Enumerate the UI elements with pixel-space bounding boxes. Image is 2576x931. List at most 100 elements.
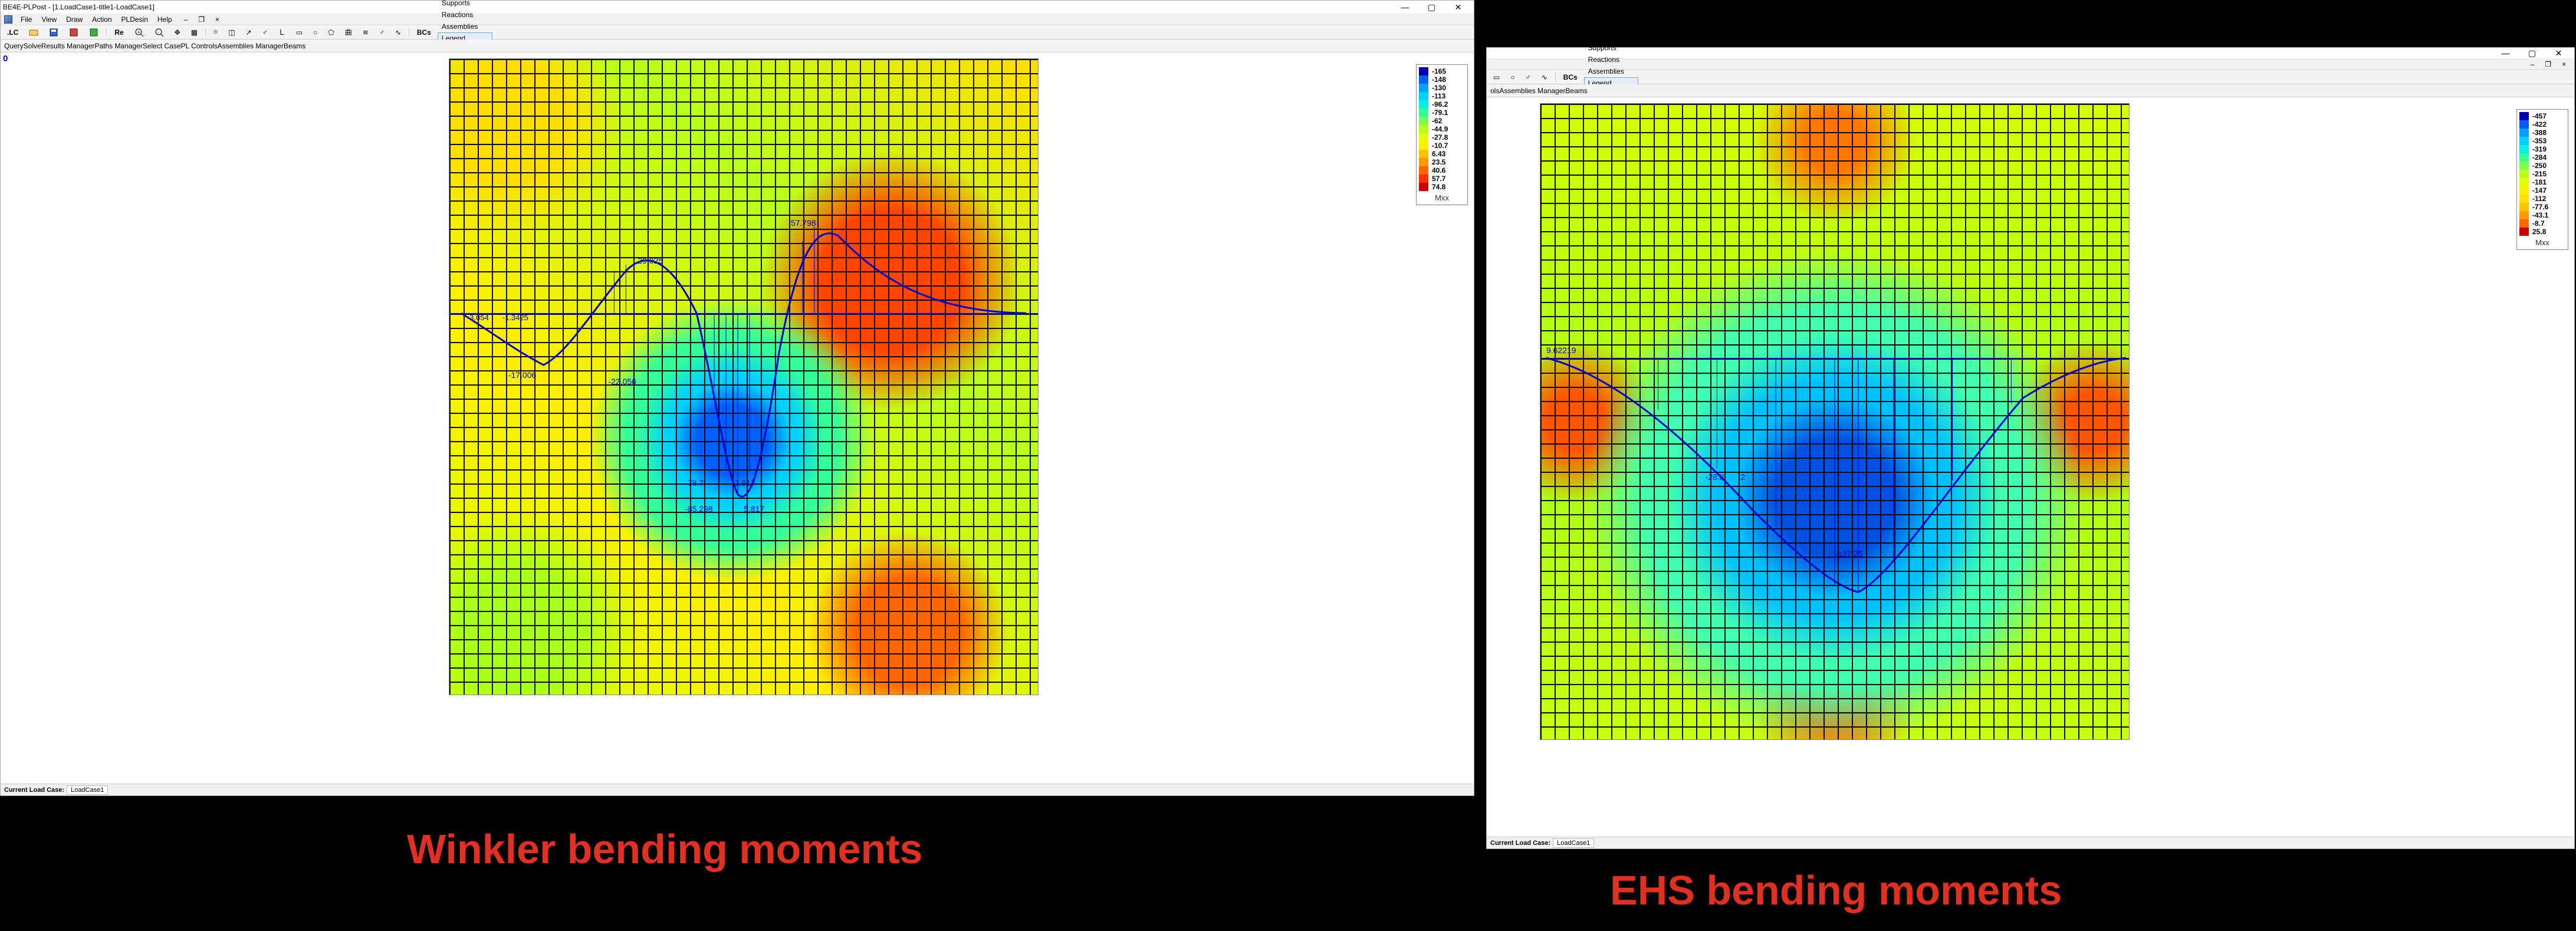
mdi-restore-icon[interactable]: ❐	[2540, 60, 2556, 68]
element-icon[interactable]: ◫	[224, 27, 239, 38]
legend-value: -96.2	[1432, 100, 1448, 108]
mars-icon[interactable]: ♂	[258, 27, 272, 38]
circle-icon[interactable]: ○	[309, 27, 321, 38]
statusbar: Current Load Case: LoadCase1	[1487, 837, 2574, 848]
toolbar2-results-manager[interactable]: Results Manager	[41, 42, 95, 50]
right-app-window: — ▢ ✕ – ❐ × ▭ ○ ♂ ∿ BCs LoadsBCs LegendS…	[1486, 47, 2575, 849]
toolbar-reactions[interactable]: Reactions	[438, 9, 492, 21]
mars-icon[interactable]: ♂	[1522, 71, 1535, 83]
legend-row: -130	[1419, 84, 1465, 92]
minimize-button[interactable]: —	[1392, 1, 1418, 14]
maximize-button[interactable]: ▢	[2519, 47, 2545, 60]
canvas-area[interactable]: 9.62219 -28.8 2 -137.25 -457-422-388-353…	[1487, 97, 2574, 837]
toolbar-reactions[interactable]: Reactions	[1584, 54, 1639, 65]
legend-value: -77.6	[2532, 203, 2548, 211]
toolbar2-query[interactable]: Query	[4, 42, 24, 50]
mdi-close-icon[interactable]: ×	[211, 15, 224, 24]
maximize-button[interactable]: ▢	[1418, 1, 1445, 14]
caption-right: EHS bending moments	[1610, 867, 2062, 914]
toolbar2-select-case[interactable]: Select Case	[143, 42, 181, 50]
legend-row: -27.8	[1419, 133, 1465, 142]
toolbar-supports[interactable]: Supports	[1584, 42, 1639, 54]
toolbar2-beams[interactable]: Beams	[284, 42, 305, 50]
menu-file[interactable]: File	[16, 14, 37, 25]
strip-moment-diagram	[449, 59, 1038, 695]
mars2-icon[interactable]: ♂	[375, 27, 389, 38]
circle-icon[interactable]: ○	[1506, 71, 1519, 83]
contour-plot[interactable]: 57.798 29.025 -17.006 -22.056 -3.054 -1.…	[449, 58, 1039, 695]
toolbar2-pl-controls[interactable]: PL Controls	[181, 42, 218, 50]
mdi-system-icon[interactable]	[4, 15, 12, 24]
menu-help[interactable]: Help	[153, 14, 177, 25]
toolbar-assemblies[interactable]: Assemblies	[1584, 65, 1639, 77]
legend-row: -147	[2519, 186, 2565, 195]
toolbar2-beams[interactable]: Beams	[1565, 87, 1587, 95]
toolbar-loads[interactable]: Loads	[1584, 18, 1639, 30]
toolbar-supports[interactable]: Supports	[438, 0, 492, 9]
legend-row: -215	[2519, 170, 2565, 178]
titlebar[interactable]: BE4E-PLPost - [1.LoadCase1-title1-LoadCa…	[1, 1, 1474, 14]
contour-plot[interactable]: 9.62219 -28.8 2 -137.25	[1540, 103, 2130, 740]
bcs-button[interactable]: BCs	[1559, 71, 1582, 83]
menu-draw[interactable]: Draw	[61, 14, 87, 25]
toolbar2-solve[interactable]: Solve	[24, 42, 41, 50]
titlebar[interactable]: — ▢ ✕	[1487, 48, 2574, 58]
line-icon[interactable]: Ｌ	[274, 25, 290, 39]
legend-row: -43.1	[2519, 211, 2565, 219]
mdi-minimize-icon[interactable]: –	[179, 15, 193, 24]
menu-pldesin[interactable]: PLDesin	[117, 14, 153, 25]
legend-swatch	[1419, 100, 1428, 108]
annotation: 5.817	[744, 504, 764, 514]
legend-value: 40.6	[1432, 166, 1445, 175]
status-value: LoadCase1	[67, 785, 108, 795]
node-icon[interactable]: ⌾	[209, 26, 222, 38]
legend-row: 74.8	[1419, 183, 1465, 191]
bcs-button[interactable]: BCs	[413, 27, 435, 38]
toolbar2-ols[interactable]: ols	[1490, 87, 1499, 95]
status-value: LoadCase1	[1553, 838, 1594, 848]
toolbar-bcs-legend[interactable]: BCs Legend	[1584, 30, 1639, 42]
poly-icon[interactable]: ⬠	[324, 27, 338, 38]
minimize-button[interactable]: —	[2492, 47, 2519, 60]
mdi-minimize-icon[interactable]: –	[2526, 60, 2539, 68]
mdi-restore-icon[interactable]: ❐	[193, 15, 209, 24]
legend-swatch	[2519, 228, 2529, 236]
legend-swatch	[2519, 129, 2529, 137]
toolbar2-paths-manager[interactable]: Paths Manager	[94, 42, 142, 50]
toolbar2-assemblies-manager[interactable]: Assemblies Manager	[218, 42, 284, 50]
zoom-out-icon[interactable]: -	[150, 26, 168, 39]
open-icon[interactable]	[25, 26, 42, 39]
spring2-icon[interactable]: ≋	[359, 27, 373, 38]
wave-icon[interactable]: ∿	[391, 27, 405, 38]
legend-row: -181	[2519, 178, 2565, 186]
rect-icon[interactable]: ▭	[292, 27, 307, 38]
close-button[interactable]: ✕	[1445, 1, 1471, 14]
vector-icon[interactable]: ↗	[242, 27, 256, 38]
menu-view[interactable]: View	[37, 14, 61, 25]
legend-value: -147	[2532, 186, 2547, 195]
re-button[interactable]: Re	[110, 27, 127, 38]
zoom-in-icon[interactable]: +	[130, 26, 148, 39]
toolbar-assemblies[interactable]: Assemblies	[438, 21, 492, 32]
pan-icon[interactable]: ✥	[170, 27, 185, 38]
legend-panel[interactable]: -457-422-388-353-319-284-250-215-181-147…	[2516, 109, 2568, 250]
toolbar2-assemblies-manager[interactable]: Assemblies Manager	[1499, 87, 1565, 95]
tool-icon-2[interactable]	[85, 26, 103, 39]
rect-icon[interactable]: ▭	[1489, 71, 1504, 83]
close-button[interactable]: ✕	[2545, 47, 2572, 60]
canvas-area[interactable]: 0 57.798 29.025 -17.006 -22.056 -3.	[1, 52, 1474, 784]
curve-icon[interactable]: 曲	[341, 25, 356, 39]
tool-icon-1[interactable]	[65, 26, 83, 39]
wave-icon[interactable]: ∿	[1537, 71, 1552, 83]
mdi-close-icon[interactable]: ×	[2557, 60, 2571, 68]
legend-row: -388	[2519, 129, 2565, 137]
menu-action[interactable]: Action	[87, 14, 116, 25]
lc-button[interactable]: .LC	[3, 27, 22, 38]
legend-row: -165	[1419, 67, 1465, 75]
legend-swatch	[2519, 219, 2529, 228]
legend-value: 57.7	[1432, 175, 1445, 183]
grid-icon[interactable]: ▦	[187, 27, 202, 38]
origin-label: 0	[3, 54, 8, 64]
legend-panel[interactable]: -165-148-130-113-96.2-79.1-62-44.9-27.8-…	[1416, 64, 1468, 205]
save-icon[interactable]	[45, 26, 63, 39]
